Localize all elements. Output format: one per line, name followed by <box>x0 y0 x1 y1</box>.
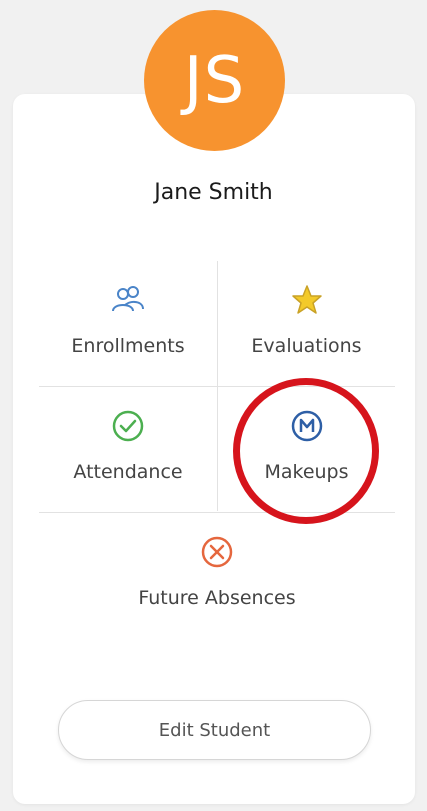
future-absences-label: Future Absences <box>138 587 296 609</box>
grid-divider-horizontal <box>39 386 395 387</box>
check-circle-icon <box>111 409 145 443</box>
star-icon <box>290 283 324 317</box>
x-circle-icon <box>200 535 234 569</box>
attendance-label: Attendance <box>73 461 183 483</box>
avatar: JS <box>144 10 285 151</box>
makeups-tile[interactable]: Makeups <box>218 409 395 483</box>
edit-student-button[interactable]: Edit Student <box>58 700 371 760</box>
enrollments-tile[interactable]: Enrollments <box>39 283 217 357</box>
makeup-m-icon <box>290 409 324 443</box>
future-absences-tile[interactable]: Future Absences <box>39 535 395 609</box>
grid-divider-horizontal <box>39 512 395 513</box>
enrollments-label: Enrollments <box>71 335 185 357</box>
student-name: Jane Smith <box>154 180 273 205</box>
avatar-initials: JS <box>183 43 246 118</box>
evaluations-tile[interactable]: Evaluations <box>218 283 395 357</box>
evaluations-label: Evaluations <box>251 335 362 357</box>
users-icon <box>111 283 145 317</box>
makeups-label: Makeups <box>264 461 349 483</box>
attendance-tile[interactable]: Attendance <box>39 409 217 483</box>
